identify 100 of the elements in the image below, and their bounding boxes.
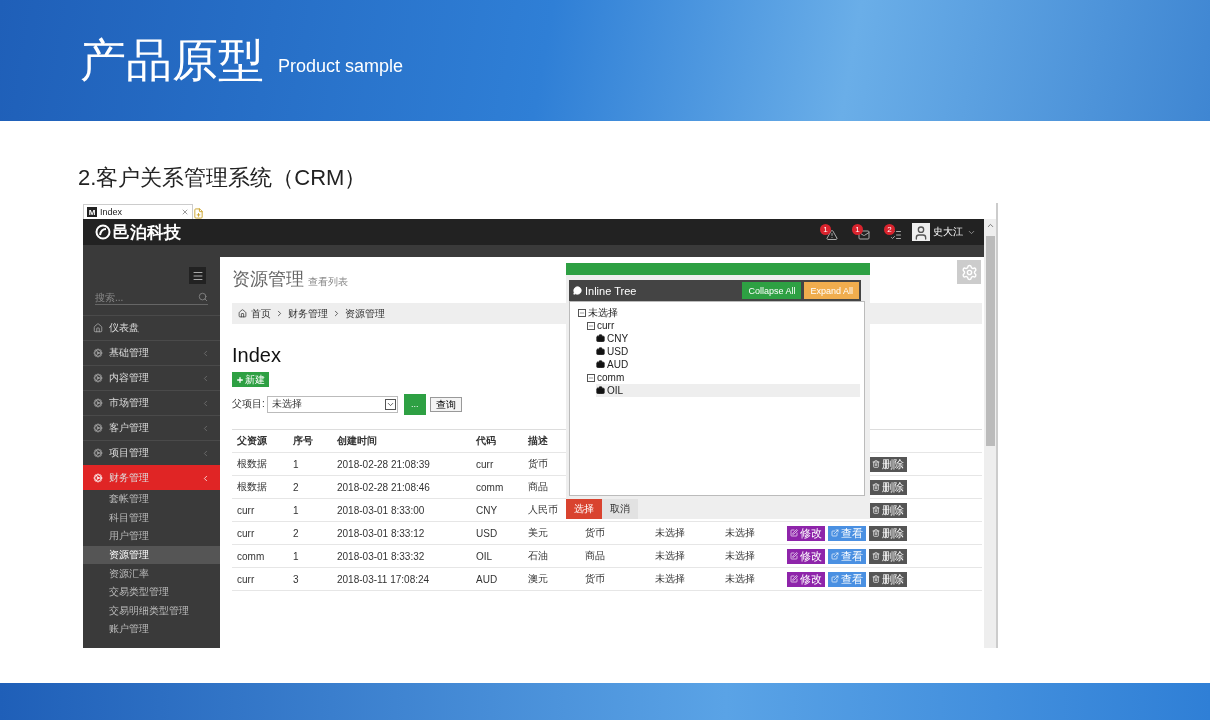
- tree-node[interactable]: USD: [596, 345, 860, 358]
- briefcase-icon: [596, 360, 605, 369]
- table-cell: AUD: [476, 573, 498, 585]
- table-cell: 2: [293, 481, 299, 493]
- sidebar-subitem[interactable]: 科目管理: [83, 508, 220, 528]
- scrollbar[interactable]: [984, 219, 996, 648]
- table-cell: 石油: [528, 549, 548, 563]
- table-cell: 1: [293, 458, 299, 470]
- delete-button[interactable]: 删除: [869, 548, 907, 564]
- column-header: 父资源: [237, 434, 267, 448]
- breadcrumb-link[interactable]: 首页: [251, 306, 271, 321]
- sidebar-subitem[interactable]: 交易明细类型管理: [83, 601, 220, 621]
- table-cell: 未选择: [725, 526, 755, 540]
- table-cell: curr: [237, 527, 255, 539]
- menu-icon: [191, 269, 204, 282]
- table-cell: 货币: [585, 526, 605, 540]
- menu-button[interactable]: [189, 267, 206, 284]
- edit-button[interactable]: 修改: [787, 525, 825, 541]
- column-header: 序号: [293, 434, 313, 448]
- logo: 邑泊科技: [95, 220, 181, 244]
- trash-icon: [872, 483, 880, 491]
- select-button[interactable]: 选择: [566, 499, 602, 519]
- sidebar-subitem[interactable]: 套帐管理: [83, 490, 220, 509]
- leaf-icon: [95, 224, 111, 240]
- browser-tab[interactable]: M Index: [83, 204, 193, 219]
- query-button[interactable]: 查询: [429, 396, 462, 412]
- sidebar-subitem[interactable]: 用户管理: [83, 527, 220, 546]
- dropdown-icon[interactable]: [384, 398, 396, 410]
- delete-button[interactable]: 删除: [869, 502, 907, 518]
- notification-button[interactable]: 1: [820, 223, 838, 241]
- collapse-icon[interactable]: [587, 321, 595, 330]
- tree-node[interactable]: AUD: [596, 358, 860, 371]
- delete-button[interactable]: 删除: [869, 479, 907, 495]
- breadcrumb-link[interactable]: 财务管理: [288, 306, 328, 321]
- search-icon[interactable]: [198, 292, 208, 302]
- user-name[interactable]: 史大江: [933, 225, 963, 239]
- tree-node[interactable]: comm: [587, 371, 860, 384]
- page-subtitle: 查看列表: [308, 275, 348, 289]
- trash-icon: [872, 460, 880, 468]
- delete-button[interactable]: 删除: [869, 456, 907, 472]
- table-cell: 根数据: [237, 457, 267, 471]
- delete-button[interactable]: 删除: [869, 571, 907, 587]
- count-badge: 1: [820, 223, 831, 235]
- trash-icon: [872, 506, 880, 514]
- tree-node[interactable]: OIL: [596, 384, 860, 397]
- notification-button[interactable]: 2: [884, 223, 902, 241]
- gears-icon: [93, 448, 103, 458]
- collapse-icon[interactable]: [587, 373, 595, 382]
- sidebar-item[interactable]: 财务管理: [83, 465, 220, 490]
- tree-node[interactable]: curr: [587, 319, 860, 332]
- column-header: 创建时间: [337, 434, 377, 448]
- table-cell: curr: [237, 504, 255, 516]
- table-cell: 澳元: [528, 572, 548, 586]
- gears-icon: [93, 398, 103, 408]
- pencil-icon: [790, 575, 798, 583]
- sidebar-subitem[interactable]: 账户管理: [83, 620, 220, 639]
- new-tab-icon[interactable]: [193, 208, 204, 219]
- sidebar-subitem[interactable]: 资源管理: [83, 545, 220, 565]
- table-cell: 3: [293, 573, 299, 585]
- table-cell: OIL: [476, 550, 493, 562]
- table-cell: 2018-02-28 21:08:46: [337, 481, 430, 493]
- close-icon[interactable]: [181, 208, 189, 216]
- breadcrumb-link[interactable]: 资源管理: [345, 306, 385, 321]
- table-cell: 2018-03-01 8:33:12: [337, 527, 425, 539]
- table-cell: 美元: [528, 526, 548, 540]
- chevron-icon: [332, 309, 341, 318]
- sidebar-subitem[interactable]: 交易类型管理: [83, 582, 220, 602]
- table-cell: 2018-03-01 8:33:00: [337, 504, 425, 516]
- cancel-button[interactable]: 取消: [602, 499, 638, 519]
- tree-node[interactable]: 未选择: [578, 306, 860, 319]
- chevron-icon: [275, 309, 284, 318]
- favicon: M: [87, 207, 97, 217]
- count-badge: 1: [852, 223, 863, 235]
- notification-button[interactable]: 1: [852, 223, 870, 241]
- home-icon: [238, 309, 247, 318]
- search-field[interactable]: 搜索...: [95, 291, 198, 303]
- trash-icon: [872, 552, 880, 560]
- edit-button[interactable]: 修改: [787, 571, 825, 587]
- pencil-icon: [790, 529, 798, 537]
- table-cell: USD: [476, 527, 498, 539]
- mail-icon: [858, 228, 870, 241]
- scroll-up-icon[interactable]: [985, 221, 995, 230]
- warning-icon: [826, 228, 838, 241]
- briefcase-icon: [596, 334, 605, 343]
- table-cell: comm: [476, 481, 504, 493]
- table-cell: 1: [293, 550, 299, 562]
- trash-icon: [872, 529, 880, 537]
- parent-select[interactable]: 未选择: [266, 395, 398, 413]
- settings-icon: [960, 263, 978, 281]
- collapse-icon[interactable]: [578, 308, 586, 317]
- briefcase-icon: [596, 347, 605, 356]
- table-cell: 1: [293, 504, 299, 516]
- table-cell: 货币: [528, 457, 548, 471]
- delete-button[interactable]: 删除: [869, 525, 907, 541]
- trash-icon: [872, 575, 880, 583]
- sidebar-subitem[interactable]: 资源汇率: [83, 564, 220, 583]
- tree-node[interactable]: CNY: [596, 332, 860, 345]
- edit-button[interactable]: 修改: [787, 548, 825, 564]
- filter-label: 父项目:: [232, 397, 265, 411]
- table-cell: 人民币: [528, 503, 558, 517]
